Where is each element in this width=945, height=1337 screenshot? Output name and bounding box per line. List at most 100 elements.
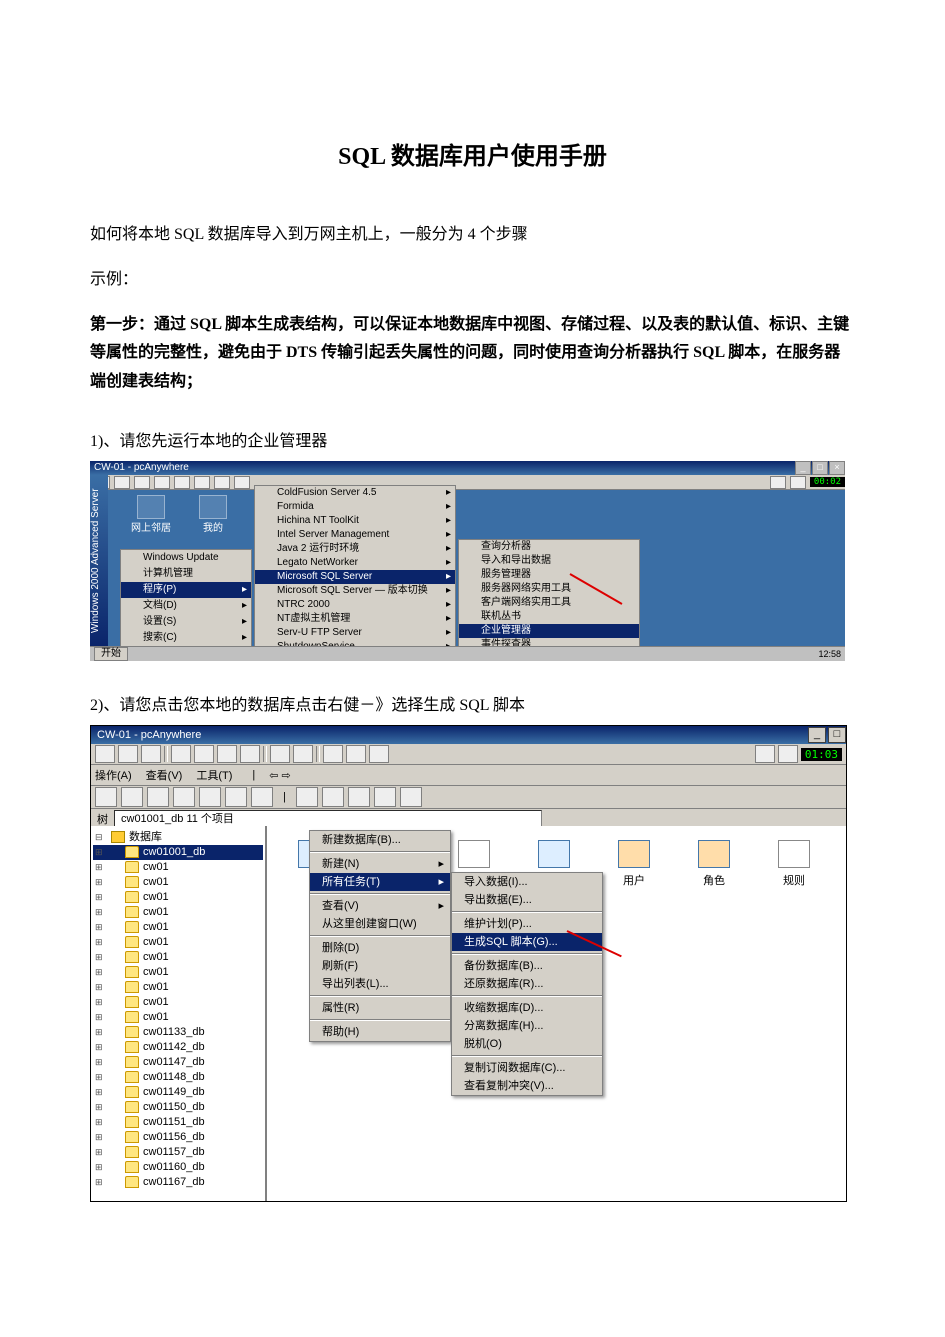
tree-db[interactable]: cw01 xyxy=(93,1010,263,1025)
program-item[interactable]: Java 2 运行时环境▸ xyxy=(255,542,455,556)
task-maint[interactable]: 维护计划(P)... xyxy=(452,915,602,933)
tree-db[interactable]: cw01 xyxy=(93,905,263,920)
tree-db[interactable]: cw01151_db xyxy=(93,1115,263,1130)
tree-db[interactable]: cw01 xyxy=(93,875,263,890)
menu-all-tasks[interactable]: 所有任务(T)▸ xyxy=(310,873,450,891)
toolbar-btn[interactable] xyxy=(778,745,798,763)
sql-item[interactable]: 查询分析器 xyxy=(459,540,639,554)
toolbar-btn[interactable] xyxy=(194,476,210,489)
tree-db[interactable]: cw01 xyxy=(93,935,263,950)
toolbar-btn[interactable] xyxy=(173,787,195,807)
desktop-icon[interactable]: 网上邻居 xyxy=(130,495,172,534)
program-item[interactable]: Serv-U FTP Server▸ xyxy=(255,626,455,640)
toolbar-btn[interactable] xyxy=(225,787,247,807)
menu-delete[interactable]: 删除(D) xyxy=(310,939,450,957)
tree-db[interactable]: cw01157_db xyxy=(93,1145,263,1160)
program-item[interactable]: NTRC 2000▸ xyxy=(255,598,455,612)
program-item[interactable]: ColdFusion Server 4.5▸ xyxy=(255,486,455,500)
menu-properties[interactable]: 属性(R) xyxy=(310,999,450,1017)
toolbar-btn[interactable] xyxy=(95,787,117,807)
program-item[interactable]: NT虚拟主机管理▸ xyxy=(255,612,455,626)
task-offline[interactable]: 脱机(O) xyxy=(452,1035,602,1053)
tree-db[interactable]: cw01147_db xyxy=(93,1055,263,1070)
toolbar-btn[interactable] xyxy=(240,745,260,763)
toolbar-btn[interactable] xyxy=(346,745,366,763)
tree-db[interactable]: cw01148_db xyxy=(93,1070,263,1085)
task-detach[interactable]: 分离数据库(H)... xyxy=(452,1017,602,1035)
program-item[interactable]: Legato NetWorker▸ xyxy=(255,556,455,570)
toolbar-btn[interactable] xyxy=(790,476,806,489)
tree-db[interactable]: cw01167_db xyxy=(93,1175,263,1190)
task-shrink[interactable]: 收缩数据库(D)... xyxy=(452,999,602,1017)
item-rule[interactable]: 规则 xyxy=(771,840,817,888)
menu-refresh[interactable]: 刷新(F) xyxy=(310,957,450,975)
item-role[interactable]: 角色 xyxy=(691,840,737,888)
task-import[interactable]: 导入数据(I)... xyxy=(452,873,602,891)
toolbar-btn[interactable] xyxy=(121,787,143,807)
tree-db[interactable]: cw01156_db xyxy=(93,1130,263,1145)
sql-item[interactable]: 客户端网络实用工具 xyxy=(459,596,639,610)
program-item[interactable]: Microsoft SQL Server — 版本切换▸ xyxy=(255,584,455,598)
task-view-conflict[interactable]: 查看复制冲突(V)... xyxy=(452,1077,602,1095)
task-restore[interactable]: 还原数据库(R)... xyxy=(452,975,602,993)
toolbar-btn[interactable] xyxy=(171,745,191,763)
item-user[interactable]: 用户 xyxy=(611,840,657,888)
desktop-icon[interactable]: 我的 xyxy=(192,495,234,534)
tree-db-selected[interactable]: cw01001_db xyxy=(93,845,263,860)
toolbar-btn[interactable] xyxy=(114,476,130,489)
start-item[interactable]: Windows Update xyxy=(121,550,251,566)
tree-root[interactable]: 数据库 xyxy=(93,830,263,845)
tree-db[interactable]: cw01 xyxy=(93,980,263,995)
menu-new-db[interactable]: 新建数据库(B)... xyxy=(310,831,450,849)
toolbar-btn[interactable] xyxy=(374,787,396,807)
task-export[interactable]: 导出数据(E)... xyxy=(452,891,602,909)
task-copy-sub[interactable]: 复制订阅数据库(C)... xyxy=(452,1059,602,1077)
toolbar-btn[interactable] xyxy=(174,476,190,489)
maximize-button[interactable]: □ xyxy=(812,461,828,475)
start-item-search[interactable]: 搜索(C)▸ xyxy=(121,630,251,646)
toolbar-btn[interactable] xyxy=(118,745,138,763)
toolbar-btn[interactable] xyxy=(134,476,150,489)
toolbar-btn[interactable] xyxy=(293,745,313,763)
toolbar-btn[interactable] xyxy=(194,745,214,763)
program-item[interactable]: Formida▸ xyxy=(255,500,455,514)
tree-db[interactable]: cw01 xyxy=(93,965,263,980)
toolbar-btn[interactable] xyxy=(322,787,344,807)
toolbar-btn[interactable] xyxy=(251,787,273,807)
start-item[interactable]: 计算机管理 xyxy=(121,566,251,582)
toolbar-btn[interactable] xyxy=(270,745,290,763)
menu-view[interactable]: 查看(V) xyxy=(146,767,183,783)
toolbar-btn[interactable] xyxy=(217,745,237,763)
start-item-programs[interactable]: 程序(P)▸ xyxy=(121,582,251,598)
sql-item-enterprise-manager[interactable]: 企业管理器 xyxy=(459,624,639,638)
tree-db[interactable]: cw01 xyxy=(93,860,263,875)
sql-item[interactable]: 服务管理器 xyxy=(459,568,639,582)
program-item[interactable]: Hichina NT ToolKit▸ xyxy=(255,514,455,528)
toolbar-btn[interactable] xyxy=(369,745,389,763)
menu-tools[interactable]: 工具(T) xyxy=(196,767,232,783)
program-item[interactable]: Intel Server Management▸ xyxy=(255,528,455,542)
sql-item[interactable]: 导入和导出数据 xyxy=(459,554,639,568)
toolbar-btn[interactable] xyxy=(348,787,370,807)
toolbar-btn[interactable] xyxy=(323,745,343,763)
tree-db[interactable]: cw01160_db xyxy=(93,1160,263,1175)
program-item-sqlserver[interactable]: Microsoft SQL Server▸ xyxy=(255,570,455,584)
toolbar-btn[interactable] xyxy=(214,476,230,489)
toolbar-btn[interactable] xyxy=(770,476,786,489)
maximize-button[interactable]: □ xyxy=(828,727,846,743)
toolbar-btn[interactable] xyxy=(199,787,221,807)
tree-db[interactable]: cw01150_db xyxy=(93,1100,263,1115)
menu-export-list[interactable]: 导出列表(L)... xyxy=(310,975,450,993)
minimize-button[interactable]: _ xyxy=(808,727,826,743)
toolbar-btn[interactable] xyxy=(95,745,115,763)
menu-action[interactable]: 操作(A) xyxy=(95,767,132,783)
toolbar-btn[interactable] xyxy=(141,745,161,763)
tree-db[interactable]: cw01133_db xyxy=(93,1025,263,1040)
toolbar-btn[interactable] xyxy=(296,787,318,807)
tree-db[interactable]: cw01 xyxy=(93,890,263,905)
tree-db[interactable]: cw01149_db xyxy=(93,1085,263,1100)
tree-db[interactable]: cw01 xyxy=(93,995,263,1010)
menu-new[interactable]: 新建(N)▸ xyxy=(310,855,450,873)
menu-view[interactable]: 查看(V)▸ xyxy=(310,897,450,915)
sql-item[interactable]: 联机丛书 xyxy=(459,610,639,624)
